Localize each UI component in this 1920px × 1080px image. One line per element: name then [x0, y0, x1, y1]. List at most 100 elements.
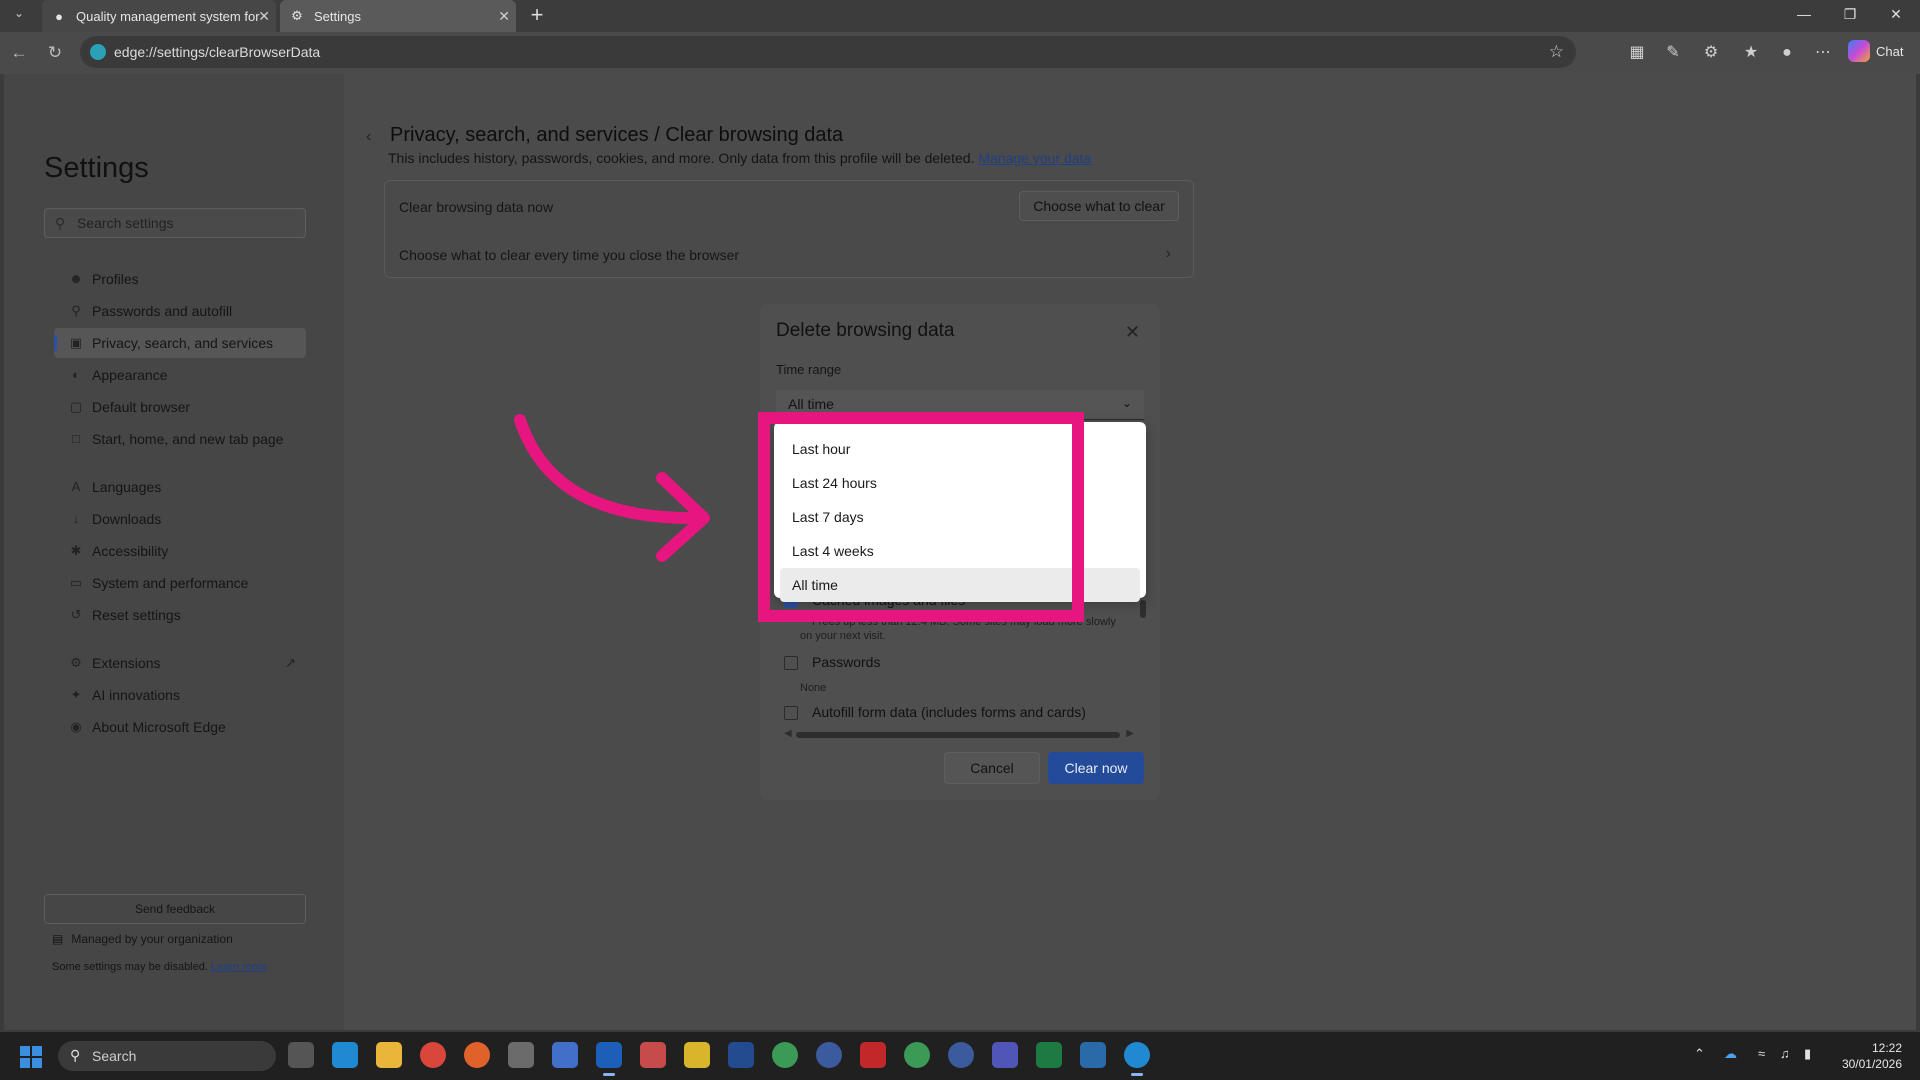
profile-icon: ☻: [69, 271, 83, 286]
m365-icon[interactable]: [552, 1042, 578, 1068]
profile-avatar-icon[interactable]: ●: [1776, 42, 1798, 64]
autofill-checkbox[interactable]: [784, 706, 798, 720]
scroll-thumb[interactable]: [796, 732, 1120, 738]
back-chevron-icon[interactable]: ‹: [366, 128, 371, 146]
sidebar-item-appearance[interactable]: ◐ Appearance: [54, 360, 306, 390]
toolbar: ← ↻ edge://settings/clearBrowserData ☆ ▦…: [0, 32, 1920, 74]
sidebar-item-about[interactable]: ◉ About Microsoft Edge: [54, 712, 306, 742]
more-options-icon[interactable]: ⋯: [1812, 42, 1834, 64]
horizontal-scrollbar[interactable]: ◀ ▶: [784, 728, 1134, 739]
app-blue-icon[interactable]: [728, 1042, 754, 1068]
sidebar-item-label: Appearance: [92, 367, 168, 383]
sidebar-item-label: Profiles: [92, 271, 139, 287]
tray-chevron-icon[interactable]: ⌃: [1694, 1046, 1705, 1062]
extensions-puzzle-icon[interactable]: ⚙: [1700, 42, 1722, 64]
sidebar-item-default-browser[interactable]: ▢ Default browser: [54, 392, 306, 422]
sidebar-item-reset[interactable]: ↺ Reset settings: [54, 600, 306, 630]
edge-taskbar-icon[interactable]: [332, 1042, 358, 1068]
app-red-icon[interactable]: [640, 1042, 666, 1068]
edge-active-icon[interactable]: [1124, 1042, 1150, 1076]
chrome-alt-icon[interactable]: [904, 1042, 930, 1068]
back-arrow-icon[interactable]: ←: [8, 42, 30, 64]
sidebar-item-start-home[interactable]: □ Start, home, and new tab page: [54, 424, 306, 454]
sidebar-item-ai-innovations[interactable]: ✦ AI innovations: [54, 680, 306, 710]
palette-icon: ◐: [72, 367, 80, 382]
taskbar-search-placeholder: Search: [92, 1048, 137, 1064]
chrome-profile-icon[interactable]: [772, 1042, 798, 1068]
managed-text: Managed by your organization: [71, 932, 233, 946]
sidebar-item-label: Privacy, search, and services: [92, 335, 274, 351]
onedrive-icon[interactable]: ☁: [1724, 1046, 1737, 1062]
sidebar-item-passwords[interactable]: ⚲ Passwords and autofill: [54, 296, 306, 326]
new-tab-plus-icon[interactable]: +: [524, 2, 550, 28]
sidebar-item-label: Default browser: [92, 399, 191, 415]
vertical-scrollbar[interactable]: [1140, 600, 1146, 618]
page-description: This includes history, passwords, cookie…: [388, 150, 1091, 166]
acrobat-icon[interactable]: [860, 1042, 886, 1068]
scroll-left-icon[interactable]: ◀: [784, 728, 792, 739]
store-icon[interactable]: [508, 1042, 534, 1068]
scroll-right-icon[interactable]: ▶: [1126, 728, 1134, 739]
copilot-chat-button[interactable]: Chat: [1848, 40, 1903, 62]
close-window-icon[interactable]: ✕: [1886, 6, 1906, 23]
search-placeholder: Search settings: [77, 215, 174, 231]
minimize-icon[interactable]: —: [1794, 6, 1814, 22]
clear-on-close-row[interactable]: Choose what to clear every time you clos…: [399, 247, 739, 263]
description-text: This includes history, passwords, cookie…: [388, 150, 975, 166]
send-feedback-button[interactable]: Send feedback: [44, 894, 306, 924]
close-tab-icon[interactable]: ✕: [498, 8, 510, 25]
app-photo-icon[interactable]: [1080, 1042, 1106, 1068]
time-range-label: Time range: [776, 362, 842, 377]
close-icon[interactable]: ✕: [1125, 322, 1140, 343]
battery-icon[interactable]: ▮: [1804, 1046, 1811, 1062]
excel-icon[interactable]: [1036, 1042, 1062, 1068]
wifi-icon[interactable]: ≈: [1758, 1046, 1765, 1061]
chrome-icon[interactable]: [420, 1042, 446, 1068]
task-view-icon[interactable]: [288, 1042, 314, 1068]
sidebar-item-extensions[interactable]: ⚙ Extensions ↗: [54, 648, 306, 678]
sidebar-item-accessibility[interactable]: ✱ Accessibility: [54, 536, 306, 566]
taskbar-clock[interactable]: 12:22 30/01/2026: [1842, 1040, 1902, 1072]
clear-now-button[interactable]: Clear now: [1048, 752, 1144, 784]
refresh-icon[interactable]: ↻: [44, 42, 66, 64]
volume-icon[interactable]: ♫: [1780, 1046, 1790, 1061]
pen-icon[interactable]: ✎: [1662, 42, 1684, 64]
tab-quality-management[interactable]: ● Quality management system for ✕: [42, 0, 276, 32]
apps-grid-icon[interactable]: ▦: [1626, 42, 1648, 64]
file-explorer-icon[interactable]: [376, 1042, 402, 1068]
windows-start-icon[interactable]: [20, 1046, 42, 1068]
clock-date: 30/01/2026: [1841, 1057, 1902, 1071]
sticky-notes-icon[interactable]: [684, 1042, 710, 1068]
sidebar-item-privacy[interactable]: ▣ Privacy, search, and services: [54, 328, 306, 358]
manage-data-link[interactable]: Manage your data: [978, 150, 1091, 166]
favorite-star-icon[interactable]: ☆: [1549, 42, 1564, 62]
sidebar-item-label: Passwords and autofill: [92, 303, 233, 319]
learn-more-link[interactable]: Learn more: [211, 961, 267, 973]
1password-icon[interactable]: [816, 1042, 842, 1068]
sidebar-item-downloads[interactable]: ↓ Downloads: [54, 504, 306, 534]
tab-actions-chevron-icon[interactable]: ⌄: [8, 6, 30, 26]
sidebar-item-system[interactable]: ▭ System and performance: [54, 568, 306, 598]
external-link-icon: ↗: [285, 655, 296, 670]
1password-alt-icon[interactable]: [948, 1042, 974, 1068]
outlook-icon[interactable]: [596, 1042, 622, 1076]
app-orange-icon[interactable]: [464, 1042, 490, 1068]
sidebar-item-languages[interactable]: A Languages: [54, 472, 306, 502]
choose-what-to-clear-button[interactable]: Choose what to clear: [1019, 191, 1179, 221]
gear-icon: ⚙: [291, 8, 303, 23]
sidebar-item-profiles[interactable]: ☻ Profiles: [54, 264, 306, 294]
favorites-icon[interactable]: ★: [1740, 42, 1762, 64]
teams-icon[interactable]: [992, 1042, 1018, 1068]
key-icon: ⚲: [71, 303, 81, 318]
cancel-button[interactable]: Cancel: [944, 752, 1040, 784]
passwords-checkbox[interactable]: [784, 656, 798, 670]
breadcrumb-parent[interactable]: Privacy, search, and services: [390, 124, 649, 146]
windows-taskbar: ⚲ Search ⌃ ☁ ≈ ♫ ▮ 12:22 30/01/2026: [0, 1032, 1920, 1080]
settings-title: Settings: [44, 152, 149, 184]
taskbar-search[interactable]: ⚲ Search: [58, 1041, 276, 1071]
search-settings-input[interactable]: ⚲ Search settings: [44, 208, 306, 238]
close-tab-icon[interactable]: ✕: [258, 8, 270, 25]
restore-icon[interactable]: ❐: [1840, 6, 1860, 23]
tab-settings[interactable]: ⚙ Settings ✕: [280, 0, 516, 32]
address-bar[interactable]: edge://settings/clearBrowserData ☆: [80, 36, 1576, 68]
